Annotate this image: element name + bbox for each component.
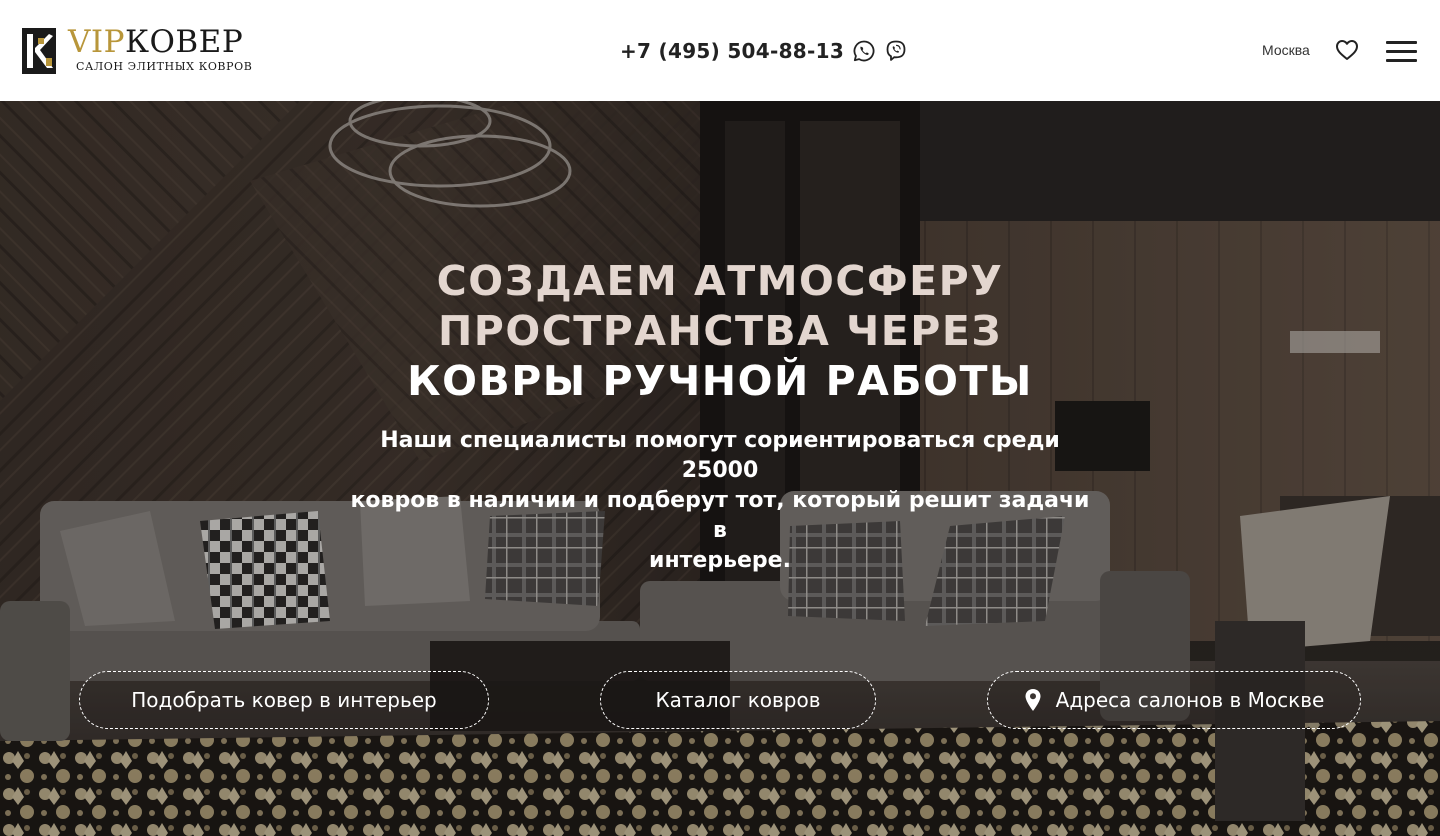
choose-carpet-button[interactable]: Подобрать ковер в интерьер: [79, 671, 489, 729]
catalog-label: Каталог ковров: [655, 688, 821, 712]
city-selector[interactable]: Москва: [1262, 42, 1310, 58]
hero-subtitle-line-1: Наши специалисты помогут сориентироватьс…: [380, 428, 1060, 483]
hero-title-line-3: КОВРЫ РУЧНОЙ РАБОТЫ: [407, 357, 1033, 405]
heart-icon[interactable]: [1335, 39, 1359, 61]
logo-mark-icon: [22, 28, 56, 74]
logo-tagline: САЛОН ЭЛИТНЫХ КОВРОВ: [76, 60, 253, 73]
logo-wordmark: VIPКОВЕР: [68, 24, 243, 60]
hero-subtitle-line-2: ковров в наличии и подберут тот, который…: [350, 488, 1090, 543]
store-addresses-button[interactable]: Адреса салонов в Москве: [987, 671, 1361, 729]
hero-title: СОЗДАЕМ АТМОСФЕРУ ПРОСТРАНСТВА ЧЕРЕЗ КОВ…: [220, 256, 1220, 406]
hamburger-menu-icon[interactable]: [1386, 40, 1417, 62]
hero-title-line-1: СОЗДАЕМ АТМОСФЕРУ: [436, 257, 1004, 305]
logo-vip: VIP: [68, 24, 125, 60]
logo[interactable]: VIPКОВЕР САЛОН ЭЛИТНЫХ КОВРОВ: [22, 24, 262, 76]
hero-subtitle: Наши специалисты помогут сориентироватьс…: [340, 426, 1100, 576]
logo-kover: КОВЕР: [125, 24, 244, 60]
whatsapp-icon[interactable]: [852, 39, 876, 63]
hero-subtitle-line-3: интерьере.: [649, 548, 791, 573]
map-pin-icon: [1025, 689, 1041, 711]
site-header: VIPКОВЕР САЛОН ЭЛИТНЫХ КОВРОВ +7 (495) 5…: [0, 0, 1440, 101]
hero-title-line-2: ПРОСТРАНСТВА ЧЕРЕЗ: [437, 307, 1002, 355]
hero-section: СОЗДАЕМ АТМОСФЕРУ ПРОСТРАНСТВА ЧЕРЕЗ КОВ…: [0, 101, 1440, 836]
store-addresses-label: Адреса салонов в Москве: [1055, 688, 1325, 712]
choose-carpet-label: Подобрать ковер в интерьер: [131, 688, 437, 712]
catalog-button[interactable]: Каталог ковров: [600, 671, 876, 729]
phone-link[interactable]: +7 (495) 504-88-13: [620, 39, 844, 63]
contact-block: +7 (495) 504-88-13: [620, 34, 908, 68]
viber-icon[interactable]: [884, 39, 908, 63]
